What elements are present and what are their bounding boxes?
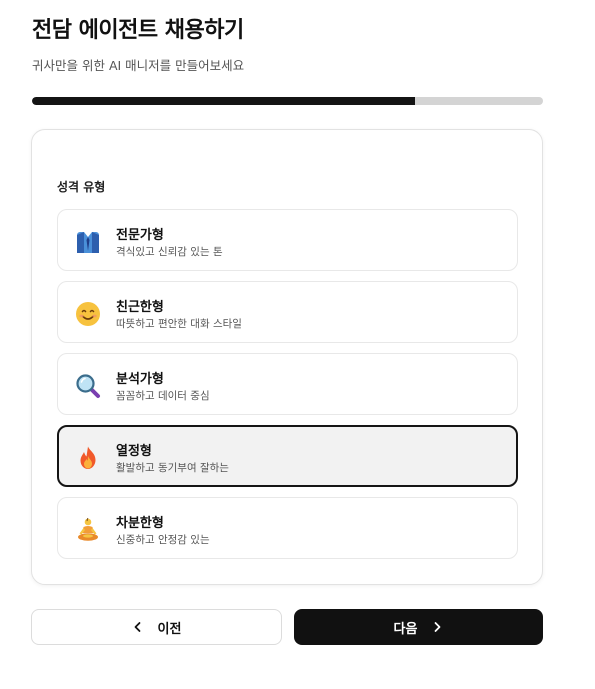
option-passionate[interactable]: 열정형 활발하고 동기부여 잘하는 <box>57 425 518 487</box>
page-subtitle: 귀사만을 위한 AI 매니저를 만들어보세요 <box>32 58 245 73</box>
magnifying-glass-icon <box>74 372 102 400</box>
necktie-icon <box>74 228 102 256</box>
chevron-right-icon <box>431 621 443 633</box>
option-expert[interactable]: 전문가형 격식있고 신뢰감 있는 톤 <box>57 209 518 271</box>
prev-button[interactable]: 이전 <box>31 609 282 645</box>
hire-agent-page: 전담 에이전트 채용하기 귀사만을 위한 AI 매니저를 만들어보세요 성격 유… <box>0 0 595 689</box>
option-title: 분석가형 <box>116 372 164 387</box>
option-description: 신중하고 안정감 있는 <box>116 534 210 546</box>
progress-bar-fill <box>32 97 416 105</box>
option-description: 꼼꼼하고 데이터 중심 <box>116 390 210 402</box>
section-label: 성격 유형 <box>57 180 106 194</box>
option-description: 격식있고 신뢰감 있는 톤 <box>116 246 223 258</box>
option-analyst[interactable]: 분석가형 꼼꼼하고 데이터 중심 <box>57 353 518 415</box>
page-title: 전담 에이전트 채용하기 <box>32 18 244 43</box>
option-title: 열정형 <box>116 444 152 459</box>
next-button[interactable]: 다음 <box>294 609 543 645</box>
prev-button-label: 이전 <box>157 621 182 637</box>
option-title: 전문가형 <box>116 228 164 243</box>
next-button-label: 다음 <box>393 621 418 637</box>
personality-card: 성격 유형 전문가형 격식있고 신뢰감 있는 톤 친근한형 따뜻하고 편안한 대… <box>31 129 543 585</box>
option-calm[interactable]: 차분한형 신중하고 안정감 있는 <box>57 497 518 559</box>
fire-icon <box>74 444 102 472</box>
option-title: 차분한형 <box>116 516 164 531</box>
option-description: 활발하고 동기부여 잘하는 <box>116 462 229 474</box>
chevron-left-icon <box>132 621 144 633</box>
smiling-face-icon <box>74 300 102 328</box>
meditating-person-icon <box>74 516 102 544</box>
option-friendly[interactable]: 친근한형 따뜻하고 편안한 대화 스타일 <box>57 281 518 343</box>
option-title: 친근한형 <box>116 300 164 315</box>
progress-bar <box>32 97 543 105</box>
option-description: 따뜻하고 편안한 대화 스타일 <box>116 318 242 330</box>
